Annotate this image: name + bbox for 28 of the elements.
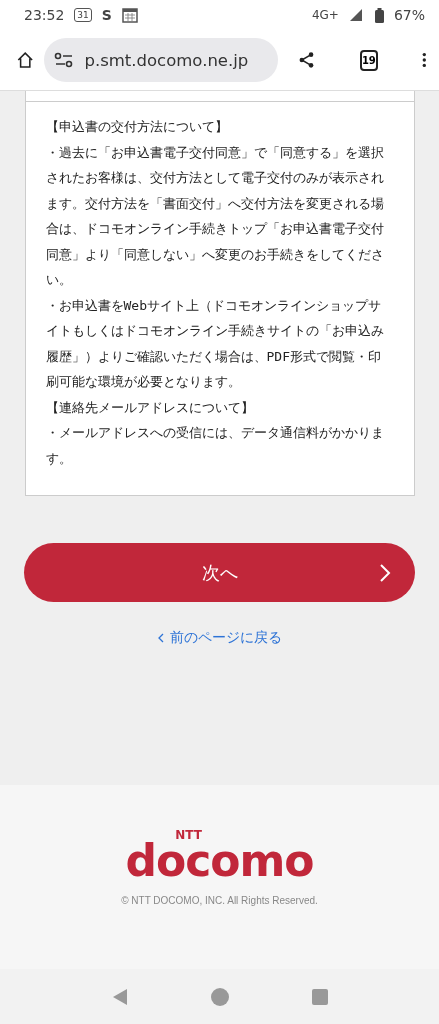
signal-icon (348, 8, 365, 22)
recents-icon[interactable] (311, 988, 328, 1005)
chevron-left-icon (157, 633, 164, 643)
battery-percent: 67% (393, 7, 425, 23)
notice-text: ・過去に「お申込書電子交付同意」で「同意する」を選択されたお客様は、交付方法として電子交付のみが表示されます。交付方法を「書面交付」へ交付方法を変更される場合は、ドコモオンライン手続きトップ「お申込書電子交付同意」より「同意しない」へ変更のお手続きをしてください。 (44, 143, 385, 289)
notice-text: 【申込書の交付方法について】 (44, 118, 229, 136)
tab-count-button[interactable]: 19 (359, 49, 378, 71)
menu-icon[interactable] (422, 50, 427, 70)
notice-text: ・メールアドレスへの受信には、データ通信料がかかります。 (44, 424, 385, 468)
app-letter-icon: S (101, 7, 112, 23)
address-bar[interactable]: p.smt.docomo.ne.jp (44, 38, 279, 82)
home-circle-icon[interactable] (211, 987, 230, 1006)
back-icon[interactable] (111, 987, 130, 1006)
share-icon[interactable] (298, 49, 316, 71)
battery-icon (374, 7, 384, 23)
notice-text: 【連絡先メールアドレスについて】 (44, 398, 255, 417)
notice-text: ・お申込書をWebサイト上（ドコモオンラインショップサイトもしくはドコモオンライン手続きサイトの「お申込み履歴」）よりご確認いただく場合は、PDF形式で閲覧・印刷可能な環境が必要となります。 (44, 296, 385, 391)
site-settings-icon[interactable] (54, 52, 75, 68)
url-text: p.smt.docomo.ne.jp (84, 50, 249, 70)
network-type: 4G+ (311, 8, 339, 22)
next-button[interactable]: 次へ (24, 543, 415, 602)
clock: 23:52 (24, 7, 65, 23)
calendar-date-icon: 31 (74, 8, 92, 22)
logo-subtitle: NTT (175, 829, 202, 841)
logo-wordmark: docomo (125, 841, 314, 881)
chevron-right-icon (379, 563, 391, 583)
calendar-icon (121, 7, 138, 23)
copyright-text: © NTT DOCOMO, INC. All Rights Reserved. (121, 895, 318, 906)
